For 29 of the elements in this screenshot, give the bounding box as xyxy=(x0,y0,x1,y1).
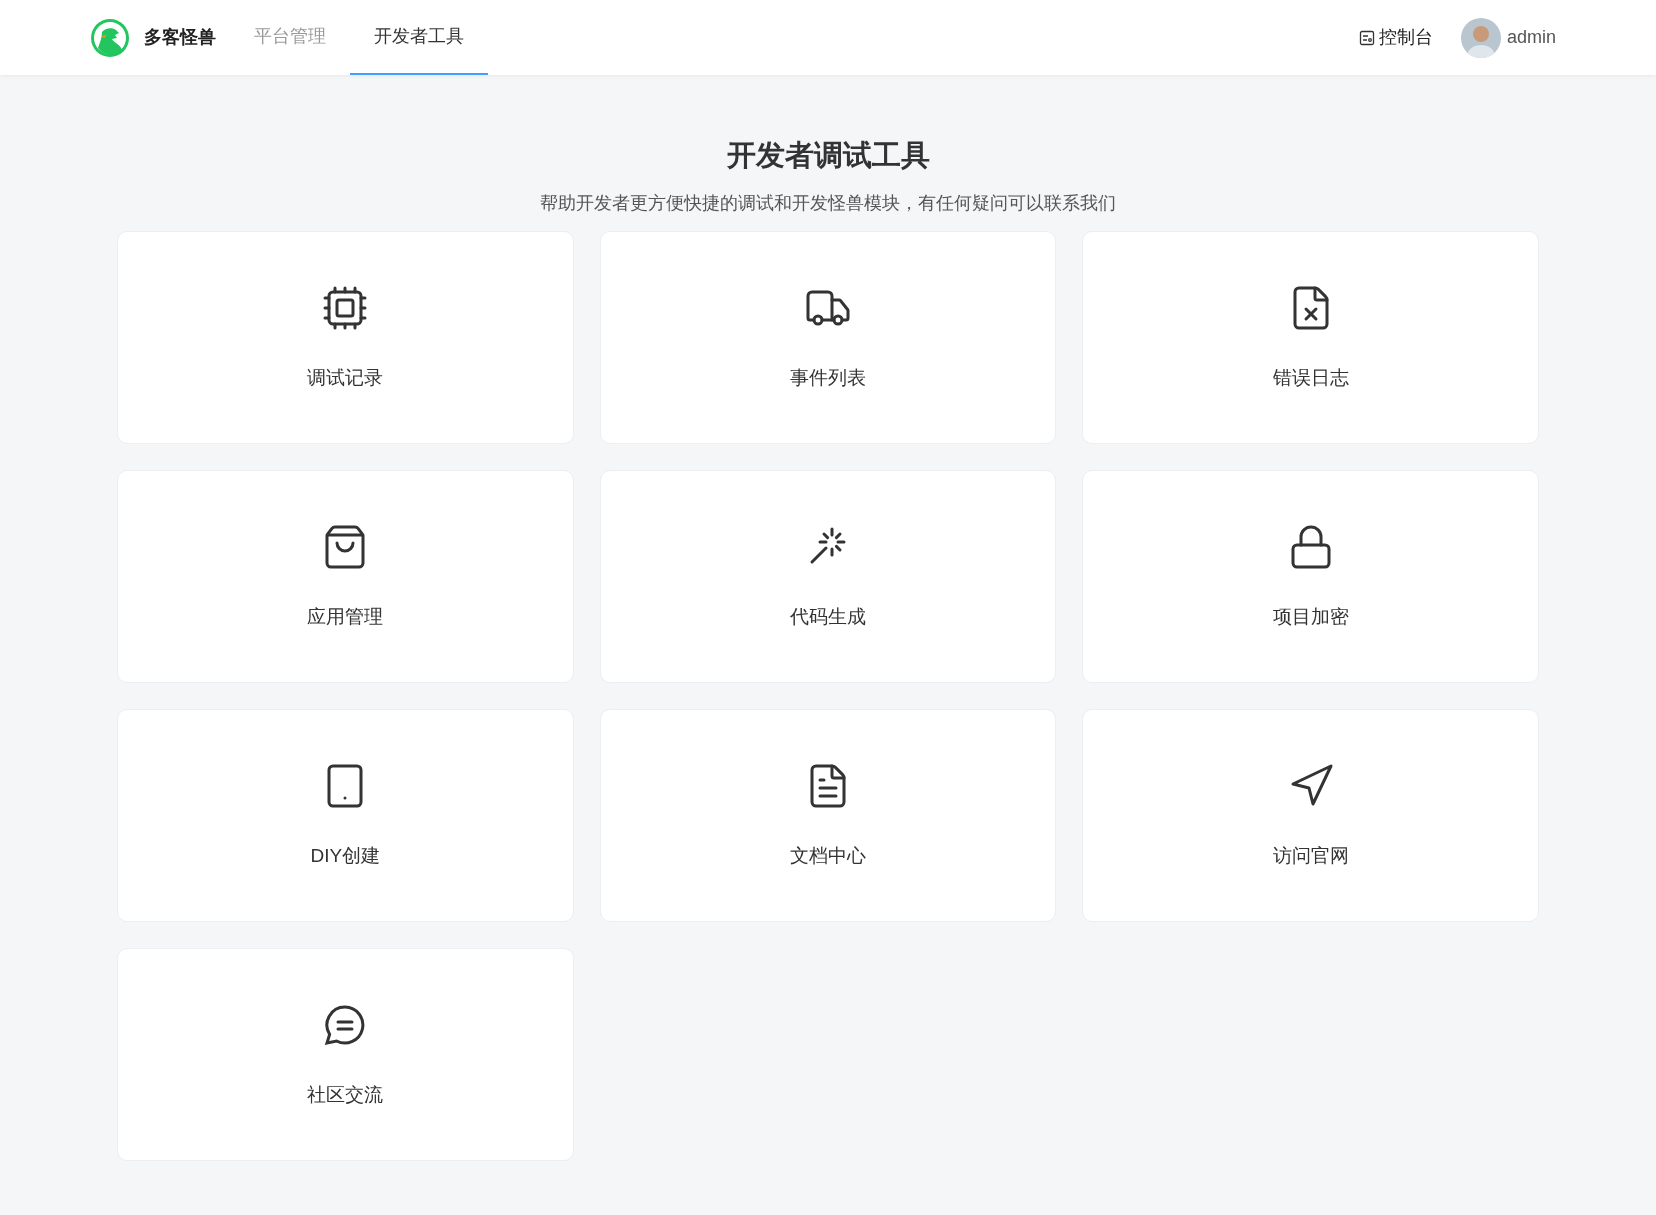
tool-label: 应用管理 xyxy=(307,605,384,629)
tool-label: 社区交流 xyxy=(307,1083,384,1107)
tool-label: 调试记录 xyxy=(307,366,384,390)
logo-icon xyxy=(90,17,130,58)
page-title: 开发者调试工具 xyxy=(725,139,931,171)
tool-card[interactable]: 错误日志 xyxy=(1082,231,1539,444)
tool-label: DIY创建 xyxy=(310,844,381,868)
tool-label: 访问官网 xyxy=(1272,844,1349,868)
console-icon xyxy=(1358,29,1375,46)
tool-card[interactable]: 应用管理 xyxy=(117,470,574,683)
tool-card[interactable]: 调试记录 xyxy=(117,231,574,444)
tool-card[interactable]: 社区交流 xyxy=(117,948,574,1161)
user-avatar[interactable] xyxy=(1460,17,1501,58)
brand-name: 多客怪兽 xyxy=(144,26,216,49)
tool-card[interactable]: 项目加密 xyxy=(1082,470,1539,683)
tool-card[interactable]: 访问官网 xyxy=(1082,709,1539,922)
tool-label: 错误日志 xyxy=(1272,366,1349,390)
tool-label: 代码生成 xyxy=(790,605,866,629)
tool-card[interactable]: 代码生成 xyxy=(599,470,1057,683)
tool-card[interactable]: 文档中心 xyxy=(599,709,1057,922)
page-subtitle: 帮助开发者更方便快捷的调试和开发怪兽模块，有任何疑问可以联系我们 xyxy=(539,192,1117,215)
tool-card[interactable]: 事件列表 xyxy=(599,231,1057,444)
tool-label: 文档中心 xyxy=(790,844,866,868)
nav-tab[interactable]: 开发者工具 xyxy=(350,0,488,75)
tool-label: 项目加密 xyxy=(1272,605,1349,629)
console-link[interactable]: 控制台 xyxy=(1358,24,1433,51)
tool-label: 事件列表 xyxy=(790,366,866,390)
user-name: admin xyxy=(1506,26,1556,49)
tool-card[interactable]: DIY创建 xyxy=(117,709,574,922)
